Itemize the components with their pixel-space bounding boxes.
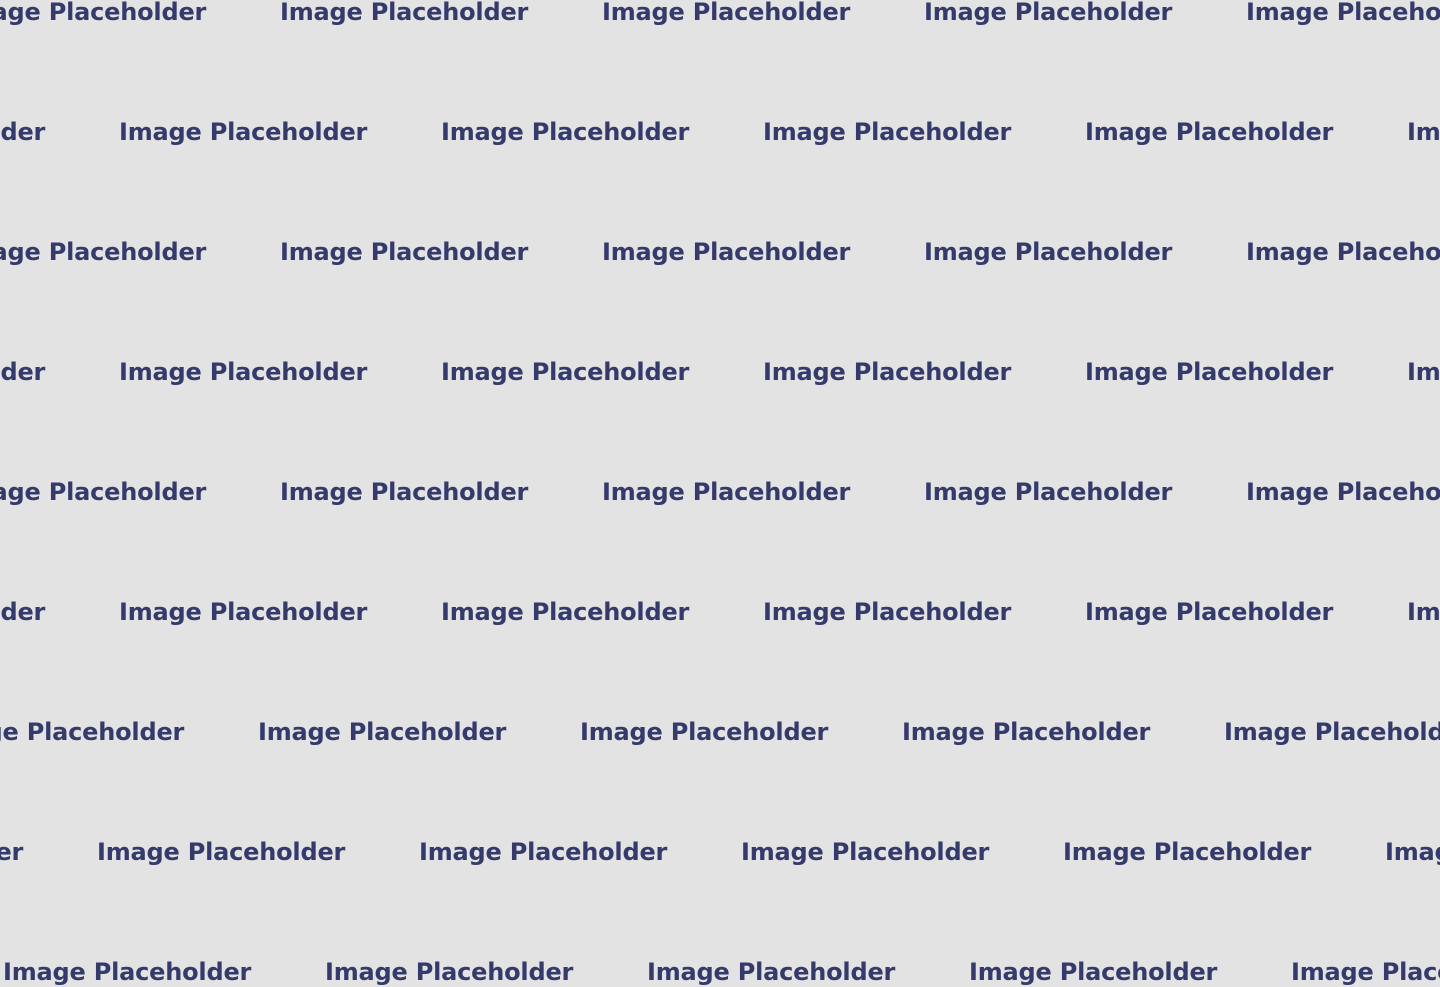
image-placeholder-label: Image Placeholder — [0, 238, 207, 266]
image-placeholder-label: Image Placeholder — [1246, 238, 1440, 266]
placeholder-row: Image Placeholder Image Placeholder Image … — [0, 956, 1440, 987]
image-placeholder-label: Image Placeholder — [902, 718, 1151, 746]
image-placeholder-label: Image Placeholder — [1407, 118, 1440, 146]
image-placeholder-label: Image Placeholder — [0, 718, 185, 746]
image-placeholder-label: Image Placeholder — [119, 118, 368, 146]
image-placeholder-label: Image Placeholder — [602, 238, 851, 266]
image-placeholder-label: Image Placeholder — [1085, 118, 1334, 146]
image-placeholder-label: Image Placeholder — [0, 0, 207, 26]
image-placeholder-label: Image Placeholder — [969, 958, 1218, 986]
image-placeholder-label: Image Placeholder — [763, 118, 1012, 146]
image-placeholder-label: Image Placeholder — [0, 118, 46, 146]
image-placeholder-label: Image Placeholder — [1407, 598, 1440, 626]
image-placeholder-label: Image Placeholder — [602, 0, 851, 26]
image-placeholder-label: Image Placeholder — [280, 478, 529, 506]
image-placeholder-label: Image Placeholder — [924, 238, 1173, 266]
image-placeholder-label: Image Placeholder — [763, 358, 1012, 386]
placeholder-row: Image Placeholder Image Placeholder Image … — [0, 596, 1440, 636]
image-placeholder-label: Image Placeholder — [924, 478, 1173, 506]
placeholder-row: Image Placeholder Image Placeholder Image … — [0, 716, 1440, 756]
placeholder-row: Image Placeholder Image Placeholder Image … — [0, 236, 1440, 276]
image-placeholder-label: Image Placeholder — [119, 598, 368, 626]
image-placeholder-label: Image Placeholder — [1085, 598, 1334, 626]
image-placeholder-label: Image Placeholder — [763, 598, 1012, 626]
image-placeholder-label: Image Placeholder — [1063, 838, 1312, 866]
image-placeholder-label: Image Placeholder — [280, 0, 529, 26]
image-placeholder-label: Image Placeholder — [602, 478, 851, 506]
image-placeholder-canvas: Image Placeholder Image Placeholder Image … — [0, 0, 1440, 987]
image-placeholder-label: Image Placeholder — [1224, 718, 1440, 746]
image-placeholder-label: Image Placeholder — [1407, 358, 1440, 386]
image-placeholder-label: Image Placeholder — [441, 118, 690, 146]
image-placeholder-label: Image Placeholder — [119, 358, 368, 386]
image-placeholder-label: Image Placeholder — [580, 718, 829, 746]
image-placeholder-label: Image Placeholder — [325, 958, 574, 986]
image-placeholder-label: Image Placeholder — [280, 238, 529, 266]
image-placeholder-label: Image Placeholder — [441, 598, 690, 626]
image-placeholder-label: Image Placeholder — [0, 838, 24, 866]
image-placeholder-label: Image Placeholder — [1291, 958, 1440, 986]
image-placeholder-label: Image Placeholder — [1246, 0, 1440, 26]
placeholder-row: Image Placeholder Image Placeholder Image … — [0, 116, 1440, 156]
image-placeholder-label: Image Placeholder — [441, 358, 690, 386]
placeholder-row: Image Placeholder Image Placeholder Image … — [0, 356, 1440, 396]
placeholder-row: Image Placeholder Image Placeholder Image … — [0, 836, 1440, 876]
image-placeholder-label: Image Placeholder — [647, 958, 896, 986]
image-placeholder-label: Image Placeholder — [1385, 838, 1440, 866]
image-placeholder-label: Image Placeholder — [1246, 478, 1440, 506]
image-placeholder-label: Image Placeholder — [0, 598, 46, 626]
image-placeholder-label: Image Placeholder — [0, 478, 207, 506]
image-placeholder-label: Image Placeholder — [258, 718, 507, 746]
image-placeholder-label: Image Placeholder — [3, 958, 252, 986]
image-placeholder-label: Image Placeholder — [741, 838, 990, 866]
placeholder-row: Image Placeholder Image Placeholder Image … — [0, 476, 1440, 516]
image-placeholder-label: Image Placeholder — [0, 358, 46, 386]
image-placeholder-label: Image Placeholder — [97, 838, 346, 866]
image-placeholder-label: Image Placeholder — [419, 838, 668, 866]
image-placeholder-label: Image Placeholder — [924, 0, 1173, 26]
placeholder-row: Image Placeholder Image Placeholder Image … — [0, 0, 1440, 36]
image-placeholder-label: Image Placeholder — [1085, 358, 1334, 386]
